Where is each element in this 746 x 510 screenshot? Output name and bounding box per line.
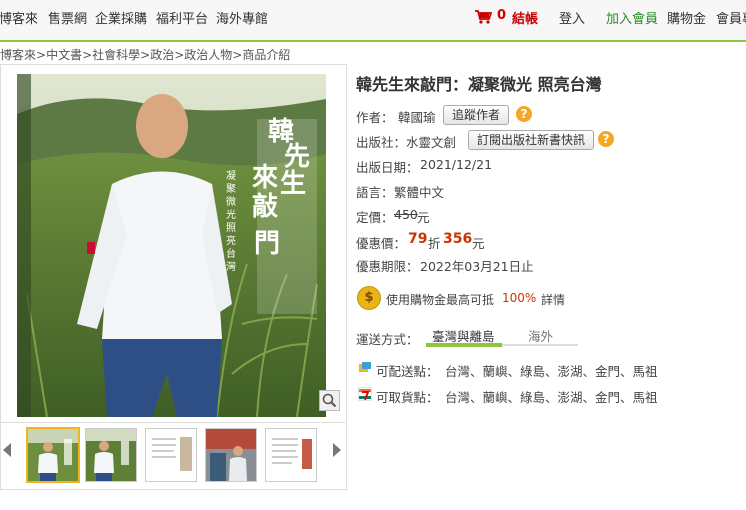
breadcrumb: 博客來>中文書>社會科學>政治>政治人物>商品介紹 bbox=[0, 46, 290, 63]
book-title: 韓先生來敲門：凝聚微光 照亮台灣 bbox=[356, 75, 602, 94]
subscribe-publisher-button[interactable]: 訂閱出版社新書快訊 bbox=[468, 130, 595, 150]
language-value: 繁體中文 bbox=[394, 185, 445, 200]
zoom-button[interactable] bbox=[319, 390, 340, 411]
nav-link-overseas[interactable]: 海外專館 bbox=[216, 8, 268, 27]
prev-thumbnail-arrow-icon[interactable] bbox=[3, 443, 11, 457]
deliverable-value: 台灣、蘭嶼、綠島、澎湖、金門、馬祖 bbox=[445, 364, 658, 379]
login-link[interactable]: 登入 bbox=[559, 8, 585, 27]
deliverable-label: 可配送點： bbox=[376, 364, 439, 379]
follow-author-button[interactable]: 追蹤作者 bbox=[443, 105, 510, 125]
pickup-label: 可取貨點： bbox=[376, 390, 439, 405]
member-link[interactable]: 會員專 bbox=[716, 8, 746, 27]
nav-link-books[interactable]: 博客來 bbox=[0, 8, 38, 27]
checkout-link[interactable]: 結帳 bbox=[512, 8, 538, 27]
cover-subtitle: 凝聚微光 照亮台灣 bbox=[226, 171, 236, 273]
cover-title-char: 生 bbox=[279, 169, 306, 199]
publisher-link[interactable]: 水靈文創 bbox=[406, 132, 456, 151]
wallet-promo-percent: 100% bbox=[502, 291, 537, 305]
coin-icon: $ bbox=[357, 286, 381, 310]
wallet-promo-text: 使用購物金最高可抵 bbox=[386, 293, 495, 307]
discount-value: 79 bbox=[408, 231, 428, 247]
breadcrumb-item[interactable]: >社會科學 bbox=[82, 48, 140, 62]
inactive-tab-underline bbox=[502, 344, 578, 346]
thumbnail[interactable] bbox=[145, 428, 197, 482]
breadcrumb-item[interactable]: >中文書 bbox=[36, 48, 82, 62]
cover-title-char: 先 bbox=[283, 142, 310, 172]
wallet-link[interactable]: 購物金 bbox=[667, 8, 706, 27]
help-icon[interactable]: ? bbox=[598, 131, 614, 147]
offer-period-value: 2022年03月21日止 bbox=[420, 259, 534, 274]
author-link[interactable]: 韓國瑜 bbox=[398, 107, 436, 126]
next-thumbnail-arrow-icon[interactable] bbox=[333, 443, 341, 457]
nav-link-tickets[interactable]: 售票網 bbox=[48, 8, 87, 27]
cart-count[interactable]: 0 bbox=[497, 8, 506, 23]
discount-unit: 折 bbox=[428, 236, 441, 251]
thumbnail[interactable] bbox=[85, 428, 137, 482]
thumbnail[interactable] bbox=[205, 428, 257, 482]
join-member-link[interactable]: 加入會員 bbox=[606, 8, 658, 27]
pubdate-label: 出版日期： bbox=[356, 160, 419, 175]
breadcrumb-item[interactable]: >政治 bbox=[140, 48, 174, 62]
pubdate-value: 2021/12/21 bbox=[420, 157, 493, 172]
help-icon[interactable]: ? bbox=[516, 106, 532, 122]
tab-overseas[interactable]: 海外 bbox=[528, 326, 553, 345]
thumbnail[interactable] bbox=[26, 427, 80, 483]
cover-title-char: 來 bbox=[251, 163, 278, 193]
delivery-icon bbox=[359, 362, 371, 372]
thumbnail[interactable] bbox=[265, 428, 317, 482]
list-price-label: 定價： bbox=[356, 210, 394, 225]
breadcrumb-item[interactable]: 博客來 bbox=[0, 48, 36, 62]
shipping-label: 運送方式： bbox=[356, 332, 419, 347]
language-label: 語言： bbox=[356, 185, 394, 200]
author-label: 作者： bbox=[356, 110, 394, 125]
active-tab-underline bbox=[426, 343, 502, 347]
sale-price-value: 356 bbox=[443, 231, 473, 247]
publisher-label: 出版社： bbox=[356, 135, 407, 150]
cover-title-char: 門 bbox=[253, 229, 280, 259]
wallet-promo-detail-link[interactable]: 詳情 bbox=[541, 291, 565, 308]
offer-period-label: 優惠期限： bbox=[356, 259, 419, 274]
seven-eleven-icon bbox=[358, 387, 372, 401]
nav-link-corporate[interactable]: 企業採購 bbox=[95, 8, 147, 27]
breadcrumb-item[interactable]: >政治人物 bbox=[174, 48, 232, 62]
sale-price-currency: 元 bbox=[472, 236, 485, 251]
sale-price-label: 優惠價： bbox=[356, 236, 407, 251]
magnifier-icon bbox=[322, 393, 337, 408]
cart-icon[interactable] bbox=[474, 9, 492, 25]
breadcrumb-item: >商品介紹 bbox=[232, 48, 291, 62]
list-price-currency: 元 bbox=[417, 210, 430, 225]
cover-title-char: 敲 bbox=[251, 192, 278, 222]
pickup-value: 台灣、蘭嶼、綠島、澎湖、金門、馬祖 bbox=[445, 390, 658, 405]
list-price-value: 450 bbox=[394, 207, 418, 222]
nav-link-welfare[interactable]: 福利平台 bbox=[156, 8, 208, 27]
